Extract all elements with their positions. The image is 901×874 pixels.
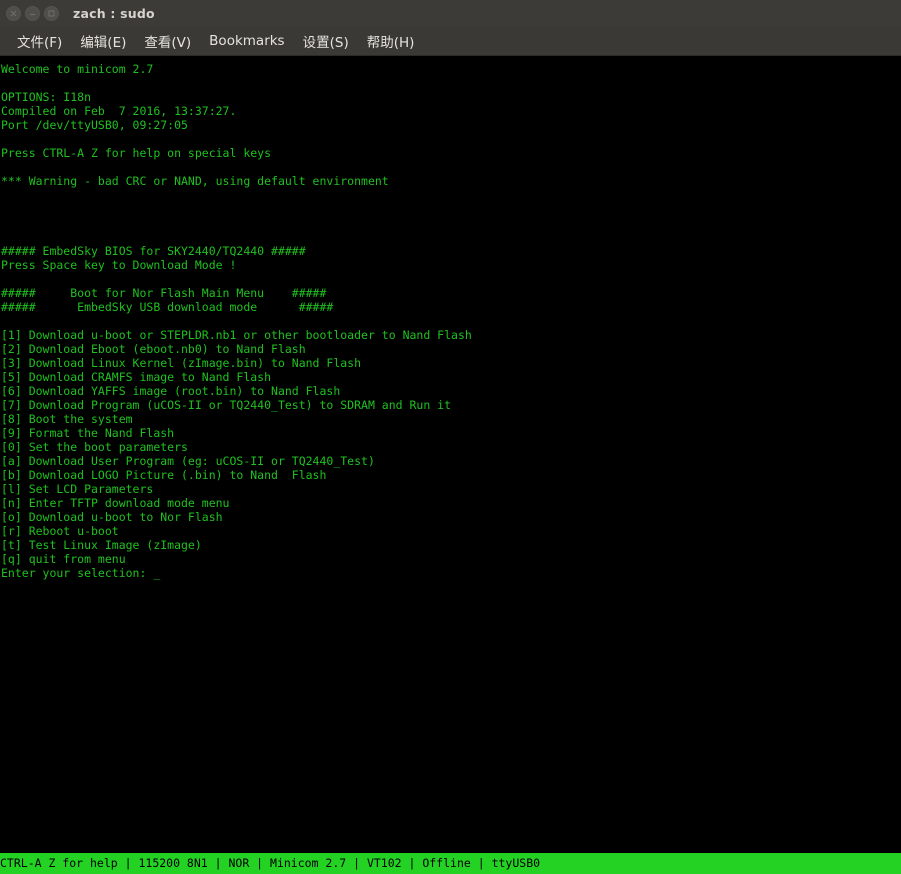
close-icon (10, 10, 17, 17)
maximize-button[interactable] (44, 6, 59, 21)
close-button[interactable] (6, 6, 21, 21)
window-title: zach : sudo (73, 6, 155, 21)
menu-item-view[interactable]: 查看(V) (135, 29, 200, 53)
menu-item-bookmarks[interactable]: Bookmarks (200, 31, 293, 51)
menu-bar: 文件(F) 编辑(E) 查看(V) Bookmarks 设置(S) 帮助(H) (0, 26, 901, 56)
menu-item-help[interactable]: 帮助(H) (358, 29, 424, 53)
terminal-window: zach : sudo 文件(F) 编辑(E) 查看(V) Bookmarks … (0, 0, 901, 874)
terminal-cursor: _ (153, 566, 160, 580)
terminal-text: Welcome to minicom 2.7 OPTIONS: I18n Com… (1, 62, 901, 580)
menu-item-settings[interactable]: 设置(S) (294, 29, 358, 53)
window-controls (0, 6, 59, 21)
minimize-icon (29, 10, 36, 17)
minicom-status-bar: CTRL-A Z for help | 115200 8N1 | NOR | M… (0, 853, 901, 874)
terminal-output-area[interactable]: Welcome to minicom 2.7 OPTIONS: I18n Com… (0, 56, 901, 853)
minimize-button[interactable] (25, 6, 40, 21)
menu-item-edit[interactable]: 编辑(E) (71, 29, 135, 53)
menu-item-file[interactable]: 文件(F) (8, 29, 71, 53)
maximize-icon (48, 10, 55, 17)
title-bar: zach : sudo (0, 0, 901, 26)
